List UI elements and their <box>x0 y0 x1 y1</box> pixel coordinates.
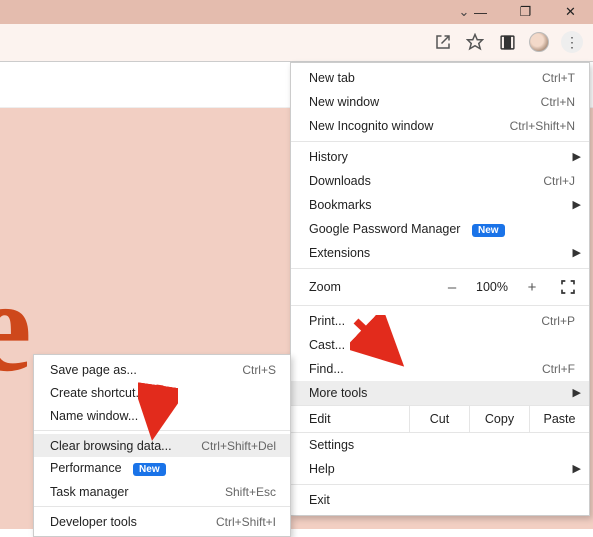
menu-label: History <box>309 150 575 164</box>
menu-shortcut: Ctrl+P <box>541 314 575 328</box>
menu-label: Downloads <box>309 174 543 188</box>
menu-shortcut: Ctrl+J <box>543 174 575 188</box>
extensions-puzzle-icon[interactable] <box>497 32 517 52</box>
menu-item-incognito[interactable]: New Incognito window Ctrl+Shift+N <box>291 114 589 138</box>
annotation-arrow-more-tools <box>350 315 408 373</box>
fullscreen-button[interactable] <box>557 276 579 298</box>
submenu-label: Clear browsing data... <box>50 439 201 453</box>
menu-separator <box>291 141 589 142</box>
submenu-chevron-icon: ▶ <box>573 386 581 399</box>
menu-separator <box>34 506 290 507</box>
menu-item-more-tools[interactable]: More tools ▶ <box>291 381 589 405</box>
zoom-in-button[interactable]: + <box>519 276 545 298</box>
new-badge: New <box>472 224 505 237</box>
menu-separator <box>291 268 589 269</box>
edit-paste-button[interactable]: Paste <box>529 406 589 432</box>
bookmark-star-icon[interactable] <box>465 32 485 52</box>
window-controls: — ❐ ✕ <box>458 0 593 24</box>
submenu-item-performance[interactable]: Performance New <box>34 457 290 480</box>
menu-label: New Incognito window <box>309 119 510 133</box>
submenu-chevron-icon: ▶ <box>573 198 581 211</box>
submenu-shortcut: Shift+Esc <box>225 485 276 499</box>
menu-label: Help <box>309 462 575 476</box>
menu-label: Edit <box>291 406 409 432</box>
menu-separator <box>291 484 589 485</box>
minimize-button[interactable]: — <box>458 0 503 24</box>
menu-item-bookmarks[interactable]: Bookmarks ▶ <box>291 193 589 217</box>
edit-copy-button[interactable]: Copy <box>469 406 529 432</box>
submenu-label: Task manager <box>50 485 225 499</box>
kebab-icon: ⋮ <box>565 34 579 51</box>
submenu-item-developer-tools[interactable]: Developer tools Ctrl+Shift+I <box>34 510 290 533</box>
menu-item-exit[interactable]: Exit <box>291 488 589 512</box>
menu-item-new-window[interactable]: New window Ctrl+N <box>291 90 589 114</box>
menu-label: Exit <box>309 493 575 507</box>
menu-label: Zoom <box>309 280 439 294</box>
submenu-item-task-manager[interactable]: Task manager Shift+Esc <box>34 480 290 503</box>
submenu-label: Developer tools <box>50 515 216 529</box>
close-icon: ✕ <box>565 4 576 20</box>
page-logo-letter: e <box>0 262 32 392</box>
submenu-chevron-icon: ▶ <box>573 462 581 475</box>
menu-shortcut: Ctrl+N <box>541 95 575 109</box>
menu-label: More tools <box>309 386 575 400</box>
menu-item-extensions[interactable]: Extensions ▶ <box>291 241 589 265</box>
minimize-icon: — <box>474 5 487 20</box>
menu-item-downloads[interactable]: Downloads Ctrl+J <box>291 169 589 193</box>
maximize-button[interactable]: ❐ <box>503 0 548 24</box>
menu-label: Extensions <box>309 246 575 260</box>
menu-shortcut: Ctrl+T <box>542 71 575 85</box>
menu-label: Find... <box>309 362 542 376</box>
menu-item-edit-row: Edit Cut Copy Paste <box>291 405 589 433</box>
new-badge: New <box>133 463 166 476</box>
menu-item-help[interactable]: Help ▶ <box>291 457 589 481</box>
menu-label: New window <box>309 95 541 109</box>
submenu-label: Save page as... <box>50 363 242 377</box>
zoom-controls: – 100% + <box>439 276 579 298</box>
submenu-chevron-icon: ▶ <box>573 246 581 259</box>
main-menu: New tab Ctrl+T New window Ctrl+N New Inc… <box>290 62 590 516</box>
menu-item-password-manager[interactable]: Google Password Manager New <box>291 217 589 241</box>
close-button[interactable]: ✕ <box>548 0 593 24</box>
toolbar-right-cluster: ⋮ <box>433 30 583 54</box>
menu-item-find[interactable]: Find... Ctrl+F <box>291 357 589 381</box>
menu-item-settings[interactable]: Settings <box>291 433 589 457</box>
annotation-arrow-clear-data <box>138 381 178 441</box>
submenu-shortcut: Ctrl+S <box>242 363 276 377</box>
zoom-out-button[interactable]: – <box>439 276 465 298</box>
menu-label: Settings <box>309 438 575 452</box>
menu-shortcut: Ctrl+F <box>542 362 575 376</box>
menu-item-history[interactable]: History ▶ <box>291 145 589 169</box>
menu-label: New tab <box>309 71 542 85</box>
menu-label: Bookmarks <box>309 198 575 212</box>
share-icon[interactable] <box>433 32 453 52</box>
menu-label: Print... <box>309 314 541 328</box>
menu-item-print[interactable]: Print... Ctrl+P <box>291 309 589 333</box>
menu-label: Cast... <box>309 338 575 352</box>
edit-cut-button[interactable]: Cut <box>409 406 469 432</box>
profile-avatar[interactable] <box>529 32 549 52</box>
menu-item-cast[interactable]: Cast... <box>291 333 589 357</box>
submenu-item-save-page[interactable]: Save page as... Ctrl+S <box>34 358 290 381</box>
submenu-label: Performance New <box>50 461 276 476</box>
menu-label: Google Password Manager New <box>309 222 575 237</box>
kebab-menu-button[interactable]: ⋮ <box>561 31 583 53</box>
zoom-percentage: 100% <box>471 280 513 294</box>
menu-item-new-tab[interactable]: New tab Ctrl+T <box>291 66 589 90</box>
submenu-shortcut: Ctrl+Shift+Del <box>201 439 276 453</box>
submenu-shortcut: Ctrl+Shift+I <box>216 515 276 529</box>
maximize-icon: ❐ <box>520 4 532 20</box>
menu-shortcut: Ctrl+Shift+N <box>510 119 575 133</box>
menu-separator <box>291 305 589 306</box>
menu-item-zoom: Zoom – 100% + <box>291 272 589 302</box>
submenu-chevron-icon: ▶ <box>573 150 581 163</box>
